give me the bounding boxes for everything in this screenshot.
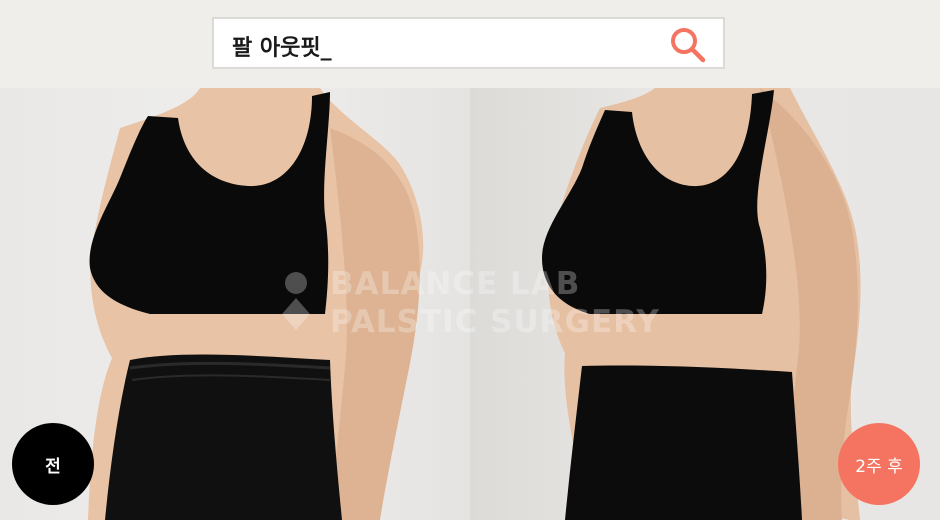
before-badge: 전 <box>12 423 94 505</box>
after-badge: 2주 후 <box>838 423 920 505</box>
header: 팔 아웃핏_ <box>0 0 940 89</box>
search-box[interactable]: 팔 아웃핏_ <box>212 17 725 69</box>
before-after-banner: 팔 아웃핏_ BALANCE LAB PALSTIC SURGERY 전 2주 … <box>0 0 940 520</box>
search-query-text: 팔 아웃핏_ <box>232 36 332 61</box>
search-icon[interactable] <box>669 26 707 64</box>
after-skirt <box>565 365 802 520</box>
